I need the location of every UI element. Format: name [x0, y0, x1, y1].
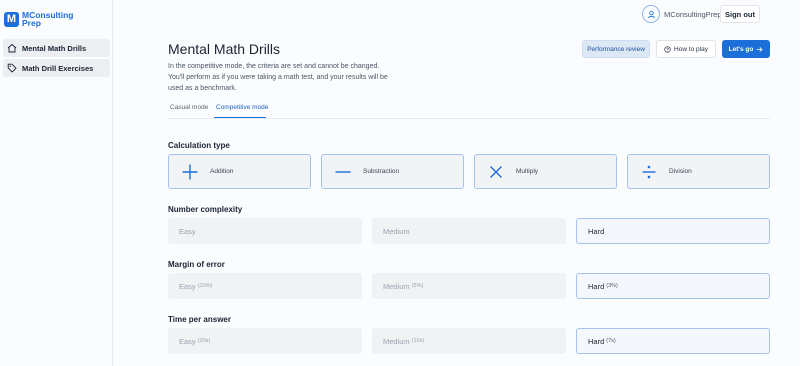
logo-text: MConsulting Prep — [22, 11, 73, 28]
page-title: Mental Math Drills — [168, 41, 281, 57]
option-detail: (20s) — [197, 338, 211, 344]
tab-competitive-mode[interactable]: Competitive mode — [216, 104, 268, 111]
margin-medium-option[interactable]: Medium (5%) — [372, 273, 566, 299]
margin-of-error-label: Margin of error — [168, 260, 225, 269]
option-detail: (5%) — [411, 283, 424, 289]
performance-review-label: Performance review — [587, 45, 645, 53]
margin-easy-option[interactable]: Easy (10%) — [168, 273, 362, 299]
arrow-right-icon — [757, 46, 763, 52]
avatar[interactable] — [642, 5, 660, 23]
divide-icon — [642, 165, 656, 178]
username: MConsultingPrep — [664, 10, 722, 19]
option-detail: (10%) — [197, 283, 213, 289]
margin-hard-option[interactable]: Hard (3%) — [576, 273, 770, 299]
multiply-option[interactable]: Multiply — [474, 154, 617, 189]
help-icon — [664, 45, 671, 53]
brand-logo[interactable]: M MConsulting Prep — [4, 11, 73, 27]
tag-icon — [7, 63, 17, 73]
option-label: Easy — [179, 281, 196, 291]
complexity-hard-option[interactable]: Hard — [576, 218, 770, 244]
active-tab-indicator — [214, 117, 266, 118]
sidebar-item-math-drill-exercises[interactable]: Math Drill Exercises — [3, 59, 110, 77]
option-label: Hard — [588, 226, 605, 236]
time-per-answer-label: Time per answer — [168, 315, 231, 324]
sign-out-button[interactable]: Sign out — [720, 5, 760, 23]
option-label: Hard — [588, 336, 605, 346]
time-medium-option[interactable]: Medium (10s) — [372, 328, 566, 354]
time-hard-option[interactable]: Hard (7s) — [576, 328, 770, 354]
option-label: Medium — [383, 336, 410, 346]
option-label: Easy — [179, 336, 196, 346]
option-label: Hard — [588, 281, 605, 291]
user-icon — [647, 10, 655, 18]
page-description: In the competitive mode, the criteria ar… — [168, 63, 388, 92]
plus-icon — [182, 164, 198, 179]
multiply-label: Multiply — [516, 168, 539, 175]
complexity-medium-option[interactable]: Medium — [372, 218, 566, 244]
lets-go-button[interactable]: Let's go — [722, 40, 770, 58]
addition-label: Addition — [210, 168, 234, 175]
tabs-divider — [168, 118, 770, 119]
option-detail: (10s) — [411, 338, 425, 344]
multiply-icon — [490, 165, 502, 178]
sidebar-item-mental-math-drills[interactable]: Mental Math Drills — [3, 39, 110, 57]
calculation-type-label: Calculation type — [168, 141, 230, 150]
home-icon — [7, 43, 17, 53]
substraction-label: Substraction — [363, 168, 400, 175]
division-option[interactable]: Division — [627, 154, 770, 189]
logo-mark: M — [4, 11, 19, 27]
how-to-play-label: How to play — [674, 45, 708, 53]
option-detail: (3%) — [606, 283, 618, 289]
option-label: Medium — [383, 226, 410, 236]
how-to-play-button[interactable]: How to play — [656, 40, 716, 58]
time-easy-option[interactable]: Easy (20s) — [168, 328, 362, 354]
division-label: Division — [669, 168, 692, 175]
performance-review-button[interactable]: Performance review — [582, 40, 650, 58]
sidebar-item-label: Math Drill Exercises — [22, 63, 94, 73]
number-complexity-label: Number complexity — [168, 205, 243, 214]
tab-casual-mode[interactable]: Casual mode — [170, 104, 208, 111]
minus-icon — [335, 170, 351, 173]
option-detail: (7s) — [606, 338, 616, 344]
addition-option[interactable]: Addition — [168, 154, 311, 189]
sidebar: M MConsulting Prep Mental Math Drills Ma… — [0, 0, 113, 366]
option-label: Medium — [383, 281, 410, 291]
lets-go-label: Let's go — [728, 45, 754, 53]
substraction-option[interactable]: Substraction — [321, 154, 464, 189]
option-label: Easy — [179, 226, 196, 236]
sidebar-item-label: Mental Math Drills — [22, 43, 87, 53]
complexity-easy-option[interactable]: Easy — [168, 218, 362, 244]
logo-line-2: Prep — [22, 18, 41, 28]
